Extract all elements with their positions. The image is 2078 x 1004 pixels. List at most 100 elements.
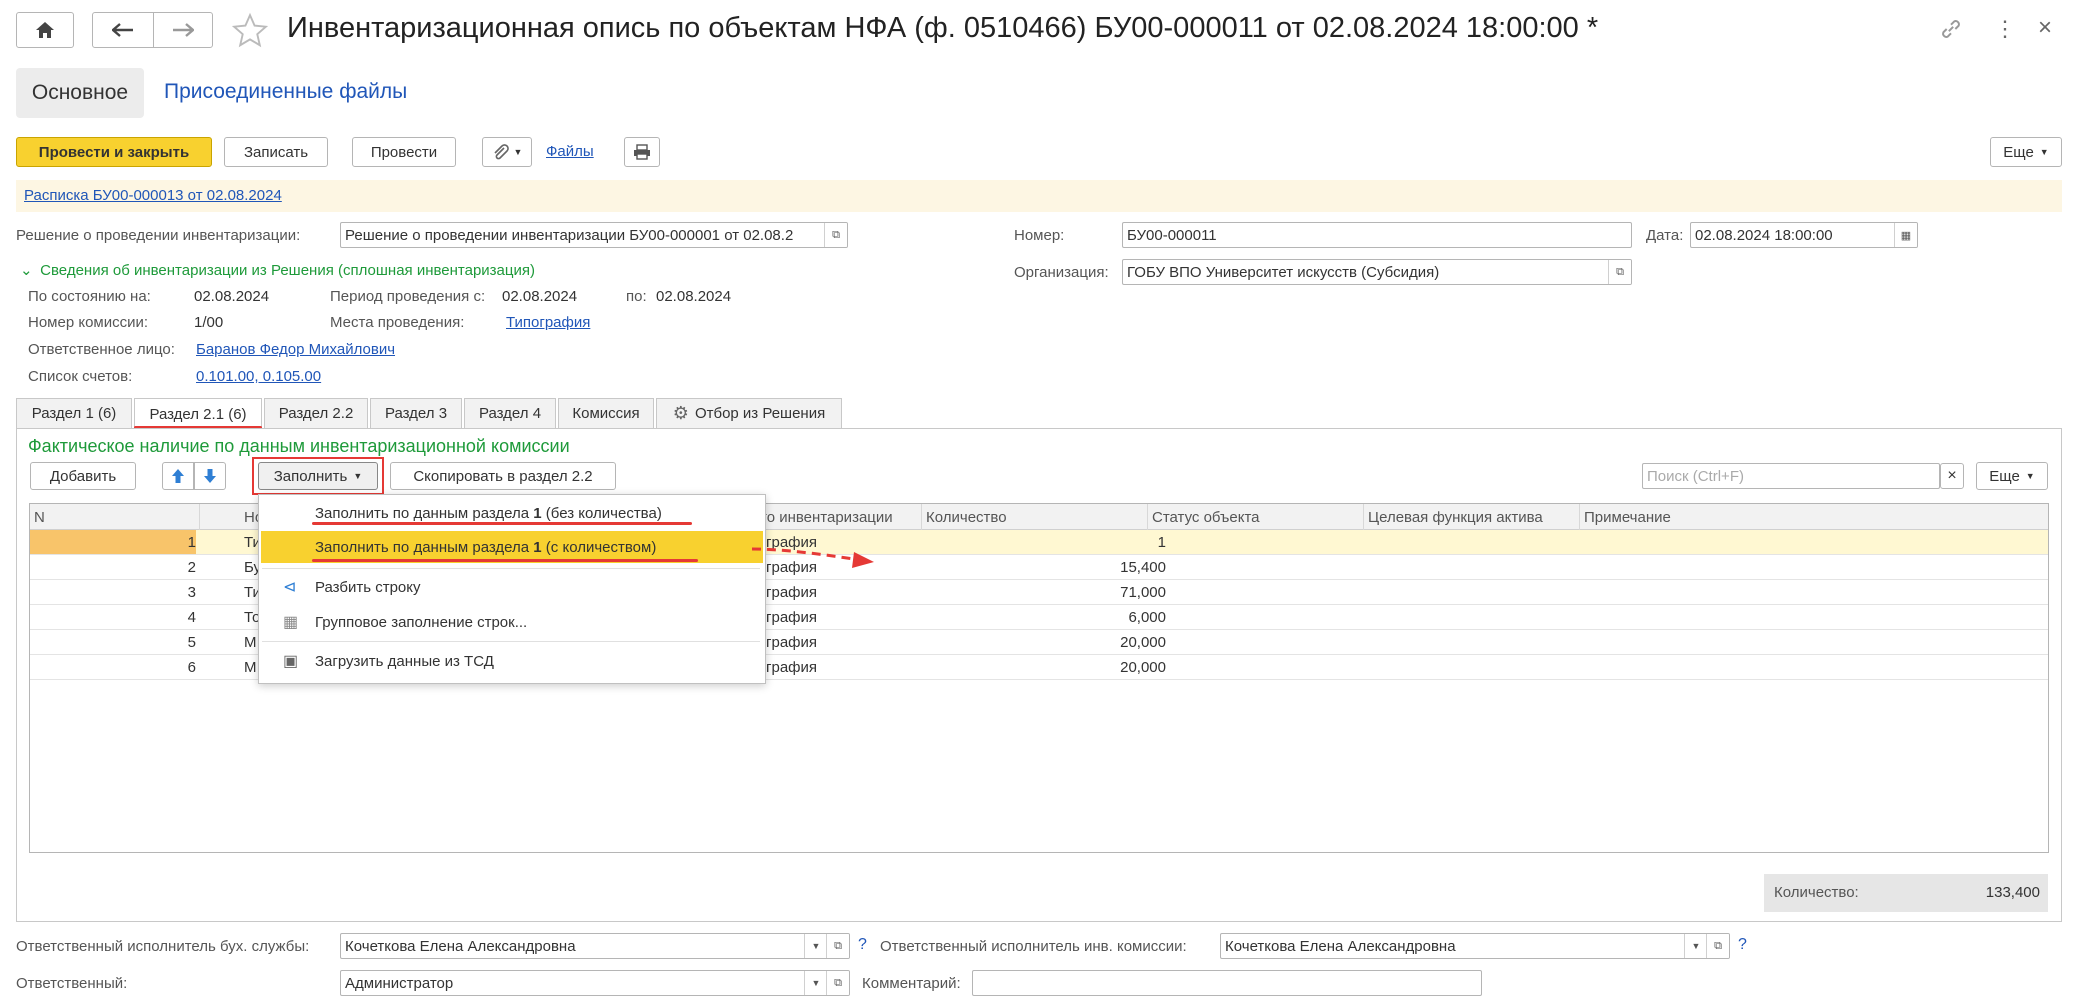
row-number: 1 — [30, 530, 196, 554]
back-button[interactable] — [92, 12, 154, 48]
home-button[interactable] — [16, 12, 74, 48]
post-button[interactable]: Провести — [352, 137, 456, 167]
decision-field[interactable]: Решение о проведении инвентаризации БУ00… — [340, 222, 848, 248]
place-link[interactable]: Типография — [506, 314, 590, 331]
tab-section-3[interactable]: Раздел 3 — [370, 398, 462, 428]
dropdown-arrow-icon: ▼ — [2025, 471, 2035, 481]
tab-section-1[interactable]: Раздел 1 (6) — [16, 398, 132, 428]
number-field[interactable]: БУ00-000011 — [1122, 222, 1632, 248]
org-value: ГОБУ ВПО Университет искусств (Субсидия) — [1127, 263, 1440, 281]
clear-search-button[interactable]: × — [1940, 463, 1964, 489]
annotation-arrow — [751, 547, 874, 568]
responsible-link[interactable]: Баранов Федор Михайлович — [196, 341, 395, 358]
open-icon[interactable]: ⧉ — [1706, 934, 1729, 958]
column-header-target[interactable]: Целевая функция актива — [1364, 504, 1580, 530]
accounts-link[interactable]: 0.101.00, 0.105.00 — [196, 368, 321, 385]
post-and-close-button[interactable]: Провести и закрыть — [16, 137, 212, 167]
menu-item-split-row[interactable]: ⊲ Разбить строку — [261, 571, 763, 603]
column-header-n[interactable]: N — [30, 504, 200, 530]
dropdown-arrow-icon: ▼ — [513, 147, 523, 157]
column-header-note[interactable]: Примечание — [1580, 504, 2048, 530]
date-label: Дата: — [1646, 227, 1684, 244]
row-quantity: 20,000 — [1120, 633, 1166, 651]
print-button[interactable] — [624, 137, 660, 167]
tab-main[interactable]: Основное — [16, 68, 144, 118]
copy-to-section-button[interactable]: Скопировать в раздел 2.2 — [390, 462, 616, 490]
menu-item-group-fill[interactable]: ▦ Групповое заполнение строк... — [261, 606, 763, 638]
calendar-icon[interactable]: ▦ — [1894, 223, 1917, 247]
close-icon[interactable]: × — [2038, 14, 2052, 42]
dropdown-arrow-icon[interactable]: ▼ — [804, 934, 827, 958]
total-label: Количество: — [1774, 884, 1859, 901]
acc-exec-label: Ответственный исполнитель бух. службы: — [16, 938, 310, 955]
menu-item-fill-without-qty-label: Заполнить по данным раздела 1 (без колич… — [315, 504, 662, 522]
accounts-label: Список счетов: — [28, 368, 133, 385]
decision-label: Решение о проведении инвентаризации: — [16, 227, 301, 244]
link-icon[interactable] — [1938, 16, 1964, 46]
tab-section-2-1[interactable]: Раздел 2.1 (6) — [134, 398, 262, 429]
help-icon[interactable]: ? — [858, 936, 867, 954]
open-icon[interactable]: ⧉ — [826, 934, 849, 958]
comment-field[interactable] — [972, 970, 1482, 996]
add-button[interactable]: Добавить — [30, 462, 136, 490]
row-quantity: 6,000 — [1128, 608, 1166, 626]
open-icon[interactable]: ⧉ — [1608, 260, 1631, 284]
comm-exec-label: Ответственный исполнитель инв. комиссии: — [880, 938, 1187, 955]
column-header-status[interactable]: Статус объекта — [1148, 504, 1364, 530]
more-vert-icon[interactable]: ⋮ — [1994, 16, 2016, 42]
tab-decision-filter[interactable]: ⚙ Отбор из Решения — [656, 398, 842, 428]
receipt-bar — [16, 180, 2062, 212]
menu-divider — [262, 568, 760, 569]
favorite-star-icon[interactable] — [230, 12, 270, 54]
acc-exec-field[interactable]: Кочеткова Елена Александровна ▼ ⧉ — [340, 933, 850, 959]
comm-exec-field[interactable]: Кочеткова Елена Александровна ▼ ⧉ — [1220, 933, 1730, 959]
tab-section-2-2[interactable]: Раздел 2.2 — [264, 398, 368, 428]
page-title: Инвентаризационная опись по объектам НФА… — [287, 12, 1599, 44]
responsible-label: Ответственное лицо: — [28, 341, 175, 358]
menu-item-1-underline — [312, 522, 692, 525]
org-label: Организация: — [1014, 264, 1109, 281]
more-label: Еще — [2003, 143, 2034, 161]
footer-responsible-field[interactable]: Администратор ▼ ⧉ — [340, 970, 850, 996]
decision-info-toggle[interactable]: ⌄ Сведения об инвентаризации из Решения … — [20, 261, 535, 279]
gear-icon: ⚙ — [672, 403, 689, 423]
fill-button[interactable]: Заполнить ▼ — [258, 462, 378, 490]
table-more-button[interactable]: Еще ▼ — [1976, 462, 2048, 490]
column-header-name[interactable]: Но — [240, 504, 263, 530]
column-header-qty[interactable]: Количество — [922, 504, 1148, 530]
tab-commission[interactable]: Комиссия — [558, 398, 654, 428]
footer-responsible-value: Администратор — [345, 974, 454, 992]
place-label: Места проведения: — [330, 314, 465, 331]
dropdown-arrow-icon[interactable]: ▼ — [804, 971, 827, 995]
forward-button[interactable] — [153, 12, 213, 48]
move-down-button[interactable] — [194, 462, 226, 490]
help-icon[interactable]: ? — [1738, 936, 1747, 954]
files-link[interactable]: Файлы — [546, 143, 594, 160]
tab-attached-files[interactable]: Присоединенные файлы — [164, 80, 407, 104]
dropdown-arrow-icon[interactable]: ▼ — [1684, 934, 1707, 958]
tab-section-4[interactable]: Раздел 4 — [464, 398, 556, 428]
move-up-button[interactable] — [162, 462, 194, 490]
tab-decision-filter-label: Отбор из Решения — [694, 405, 826, 422]
open-icon[interactable]: ⧉ — [824, 223, 847, 247]
org-field[interactable]: ГОБУ ВПО Университет искусств (Субсидия)… — [1122, 259, 1632, 285]
receipt-link[interactable]: Расписка БУ00-000013 от 02.08.2024 — [24, 187, 282, 204]
arrow-down-icon — [204, 469, 216, 483]
attach-button[interactable]: ▼ — [482, 137, 532, 167]
date-field[interactable]: 02.08.2024 18:00:00 ▦ — [1690, 222, 1918, 248]
open-icon[interactable]: ⧉ — [826, 971, 849, 995]
printer-icon — [634, 144, 650, 160]
save-button[interactable]: Записать — [224, 137, 328, 167]
comm-exec-value: Кочеткова Елена Александровна — [1225, 937, 1456, 955]
menu-item-load-tsd[interactable]: ▣ Загрузить данные из ТСД — [261, 645, 763, 677]
more-button[interactable]: Еще ▼ — [1990, 137, 2062, 167]
number-label: Номер: — [1014, 227, 1065, 244]
period-from-value: 02.08.2024 — [502, 288, 578, 305]
number-value: БУ00-000011 — [1127, 226, 1217, 244]
arrow-left-icon — [112, 23, 133, 37]
search-input[interactable]: Поиск (Ctrl+F) — [1642, 463, 1940, 489]
comment-label: Комментарий: — [862, 975, 961, 992]
column-header-place[interactable]: то инвентаризации — [756, 504, 922, 530]
table-icon: ▦ — [283, 614, 299, 631]
paperclip-icon — [493, 144, 509, 160]
